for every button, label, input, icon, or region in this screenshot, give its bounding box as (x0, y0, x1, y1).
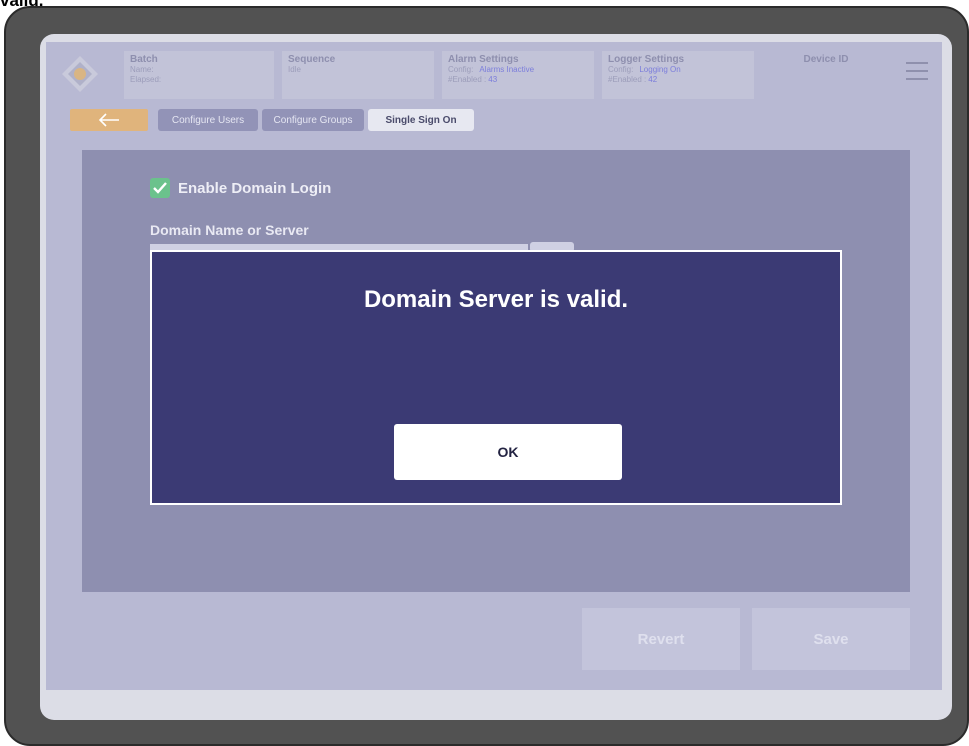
dialog-message: Domain Server is valid. (363, 286, 629, 313)
tab-configure-users[interactable]: Configure Users (158, 109, 258, 131)
alarm-title: Alarm Settings (448, 54, 519, 65)
logger-settings-panel[interactable]: Logger Settings Config: Logging On #Enabl… (602, 51, 754, 99)
validation-dialog: Domain Server is valid. OK (150, 250, 842, 505)
sequence-panel: Sequence Idle (282, 51, 434, 99)
arrow-left-icon (98, 113, 119, 127)
device-id-title: Device ID (803, 54, 849, 65)
enable-domain-login-row[interactable]: Enable Domain Login (150, 178, 331, 198)
logger-enabled-value: 42 (648, 75, 658, 84)
logger-config-label: Config: (608, 65, 634, 74)
ok-button[interactable]: OK (394, 424, 622, 480)
tab-configure-groups[interactable]: Configure Groups (262, 109, 364, 131)
checkmark-icon (153, 182, 167, 194)
app-logo-icon (62, 56, 98, 92)
back-button[interactable] (70, 109, 148, 131)
batch-panel: Batch Name: Elapsed: (124, 51, 274, 99)
sequence-status: Idle (288, 65, 301, 74)
tab-single-sign-on[interactable]: Single Sign On (368, 109, 474, 131)
enable-domain-login-checkbox[interactable] (150, 178, 170, 198)
logger-title: Logger Settings (608, 54, 685, 65)
alarm-enabled-value: 43 (488, 75, 498, 84)
alarm-enabled-label: #Enabled : (448, 75, 487, 84)
logger-config-value: Logging On (639, 65, 681, 74)
alarm-config-value: Alarms Inactive (479, 65, 535, 74)
logger-enabled-label: #Enabled : (608, 75, 647, 84)
status-header: Batch Name: Elapsed: Sequence Idle Alarm… (46, 42, 942, 104)
sequence-title: Sequence (288, 54, 336, 65)
save-button[interactable]: Save (752, 608, 910, 670)
enable-domain-login-label: Enable Domain Login (178, 179, 332, 197)
device-id-panel: Device ID (762, 51, 890, 99)
hamburger-menu-icon[interactable] (906, 62, 928, 86)
batch-name-label: Name: (130, 65, 154, 74)
alarm-settings-panel[interactable]: Alarm Settings Config: Alarms Inactive #E… (442, 51, 594, 99)
domain-field-label: Domain Name or Server (150, 222, 309, 238)
alarm-config-label: Config: (448, 65, 474, 74)
batch-elapsed-label: Elapsed: (130, 75, 162, 84)
batch-title: Batch (130, 54, 158, 65)
revert-button[interactable]: Revert (582, 608, 740, 670)
